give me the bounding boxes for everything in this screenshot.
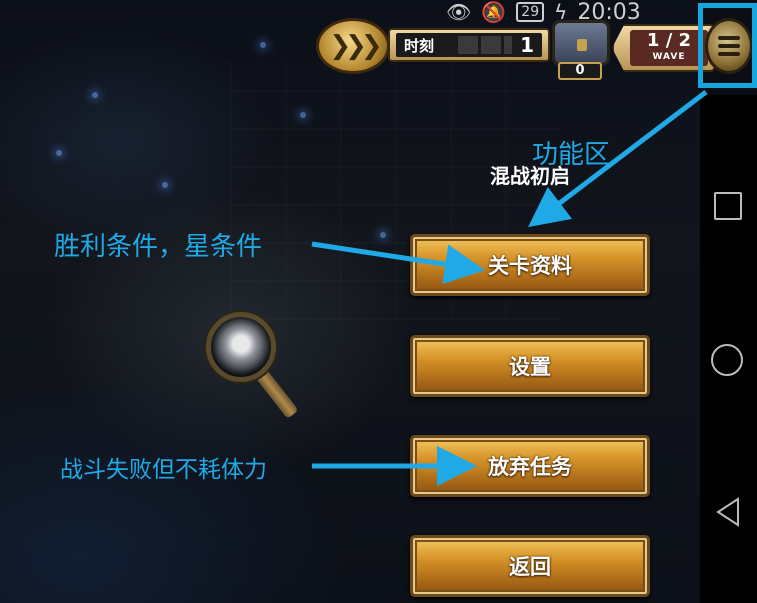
sparkle-decoration bbox=[92, 92, 98, 98]
wave-indicator: 1 / 2 WAVE bbox=[630, 30, 708, 66]
treasure-chest-icon bbox=[552, 20, 610, 66]
status-bar: 👁 🔕 29 ϟ 20:03 bbox=[446, 0, 641, 25]
wave-label: WAVE bbox=[652, 52, 686, 62]
settings-button[interactable]: 设置 bbox=[410, 335, 650, 397]
game-background bbox=[0, 0, 700, 603]
timer-panel: 时刻 1 bbox=[388, 28, 550, 62]
magnifier-icon bbox=[206, 312, 276, 382]
timer-label: 时刻 bbox=[404, 36, 435, 55]
back-icon[interactable] bbox=[714, 496, 742, 528]
magnifier-handle bbox=[255, 369, 299, 419]
sparkle-decoration bbox=[380, 232, 386, 238]
timer-progress bbox=[458, 36, 513, 54]
sparkle-decoration bbox=[260, 42, 266, 48]
recent-apps-icon[interactable] bbox=[714, 192, 742, 220]
sparkle-decoration bbox=[300, 112, 306, 118]
battery-indicator: 29 bbox=[516, 2, 545, 22]
annotation-function-area: 功能区 bbox=[532, 140, 611, 170]
sparkle-decoration bbox=[162, 182, 168, 188]
eye-icon: 👁 bbox=[446, 0, 472, 24]
mute-icon: 🔕 bbox=[481, 0, 507, 24]
annotation-fail-no-stamina: 战斗失败但不耗体力 bbox=[60, 457, 267, 483]
annotation-victory-conditions: 胜利条件，星条件 bbox=[54, 232, 263, 262]
sparkle-decoration bbox=[56, 150, 62, 156]
stage-info-button[interactable]: 关卡资料 bbox=[410, 234, 650, 296]
return-button[interactable]: 返回 bbox=[410, 535, 650, 597]
timer-value: 1 bbox=[520, 33, 534, 57]
function-area-highlight bbox=[698, 3, 757, 88]
abandon-mission-button[interactable]: 放弃任务 bbox=[410, 435, 650, 497]
timer-inner: 时刻 1 bbox=[396, 33, 542, 57]
chest-count: 0 bbox=[558, 62, 602, 80]
wave-value: 1 / 2 bbox=[646, 30, 692, 51]
home-icon[interactable] bbox=[711, 344, 743, 376]
fast-forward-icon: ❯❯❯ bbox=[329, 31, 382, 61]
fast-forward-button[interactable]: ❯❯❯ bbox=[316, 18, 390, 74]
